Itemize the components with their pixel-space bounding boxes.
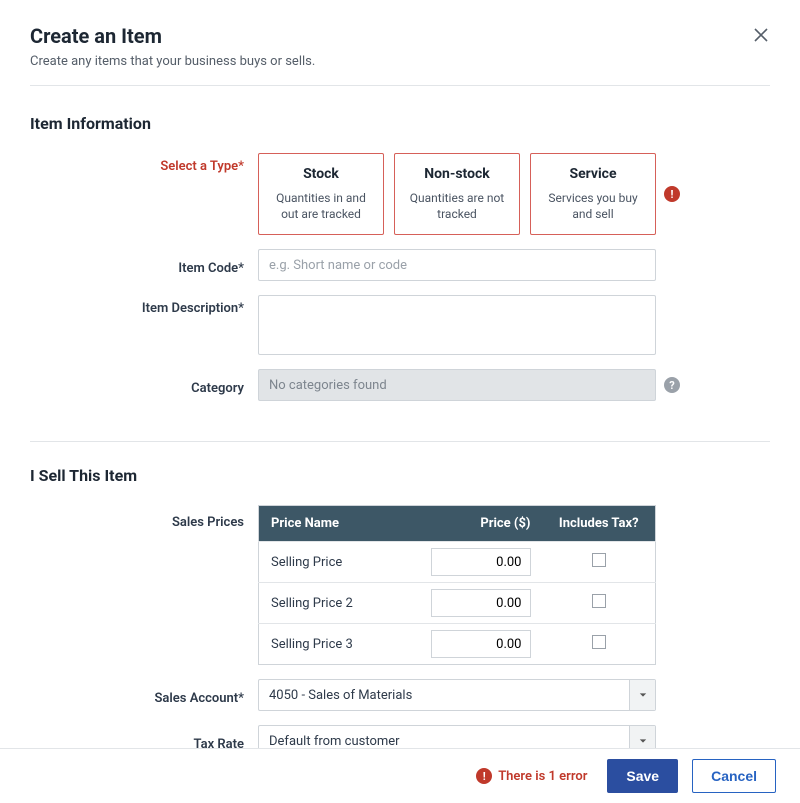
col-includes-tax: Includes Tax?: [543, 506, 656, 542]
help-icon[interactable]: ?: [664, 377, 680, 393]
type-card-desc: Services you buy and sell: [541, 190, 645, 222]
footer-error-text: There is 1 error: [498, 769, 587, 784]
sales-account-select[interactable]: 4050 - Sales of Materials: [258, 679, 656, 711]
error-icon: !: [664, 186, 680, 202]
modal-subtitle: Create any items that your business buys…: [30, 54, 770, 69]
label-select-type: Select a Type*: [30, 153, 258, 174]
label-sales-prices: Sales Prices: [30, 505, 258, 530]
label-category: Category: [30, 375, 258, 396]
type-card-desc: Quantities in and out are tracked: [269, 190, 373, 222]
type-card-title: Non-stock: [405, 166, 509, 182]
save-button[interactable]: Save: [607, 759, 678, 793]
type-field: Stock Quantities in and out are tracked …: [258, 153, 770, 235]
type-card-title: Service: [541, 166, 645, 182]
sales-price-table: Price Name Price ($) Includes Tax? Selli…: [258, 505, 656, 665]
create-item-modal: Create an Item Create any items that you…: [0, 0, 800, 803]
modal-header: Create an Item Create any items that you…: [30, 24, 770, 86]
label-sales-account: Sales Account*: [30, 685, 258, 706]
section-heading-sell: I Sell This Item: [30, 466, 770, 485]
row-sales-prices: Sales Prices Price Name Price ($) Includ…: [30, 505, 770, 665]
col-price: Price ($): [419, 506, 543, 542]
modal-footer: ! There is 1 error Save Cancel: [0, 748, 800, 803]
error-icon: !: [476, 768, 492, 784]
label-item-description: Item Description*: [30, 295, 258, 316]
type-card-service[interactable]: Service Services you buy and sell: [530, 153, 656, 235]
row-select-type: Select a Type* Stock Quantities in and o…: [30, 153, 770, 235]
sales-account-value: 4050 - Sales of Materials: [259, 680, 629, 710]
price-name-cell: Selling Price: [259, 542, 419, 583]
type-card-desc: Quantities are not tracked: [405, 190, 509, 222]
category-field: No categories found: [258, 369, 656, 401]
includes-tax-checkbox[interactable]: [592, 594, 606, 608]
table-row: Selling Price 2: [259, 583, 656, 624]
table-row: Selling Price 3: [259, 624, 656, 665]
divider: [30, 441, 770, 442]
item-code-input[interactable]: [258, 249, 656, 281]
chevron-down-icon: [629, 726, 655, 748]
includes-tax-checkbox[interactable]: [592, 635, 606, 649]
row-item-description: Item Description*: [30, 295, 770, 355]
close-icon[interactable]: [752, 26, 770, 44]
price-input[interactable]: [431, 589, 531, 617]
chevron-down-icon: [629, 680, 655, 710]
price-input[interactable]: [431, 630, 531, 658]
category-value: No categories found: [269, 378, 387, 393]
type-card-stock[interactable]: Stock Quantities in and out are tracked: [258, 153, 384, 235]
row-tax-rate: Tax Rate Default from customer: [30, 725, 770, 748]
price-name-cell: Selling Price 2: [259, 583, 419, 624]
table-row: Selling Price: [259, 542, 656, 583]
row-sales-account: Sales Account* 4050 - Sales of Materials: [30, 679, 770, 711]
row-category: Category No categories found ?: [30, 369, 770, 401]
modal-scroll-area[interactable]: Create an Item Create any items that you…: [0, 0, 800, 748]
section-heading-item-info: Item Information: [30, 114, 770, 133]
tax-rate-select[interactable]: Default from customer: [258, 725, 656, 748]
footer-error: ! There is 1 error: [476, 768, 587, 784]
item-description-input[interactable]: [258, 295, 656, 355]
label-item-code: Item Code*: [30, 255, 258, 276]
type-card-title: Stock: [269, 166, 373, 182]
cancel-button[interactable]: Cancel: [692, 759, 776, 793]
price-name-cell: Selling Price 3: [259, 624, 419, 665]
type-card-group: Stock Quantities in and out are tracked …: [258, 153, 656, 235]
tax-rate-value: Default from customer: [259, 726, 629, 748]
row-item-code: Item Code*: [30, 249, 770, 281]
type-card-nonstock[interactable]: Non-stock Quantities are not tracked: [394, 153, 520, 235]
modal-title: Create an Item: [30, 24, 770, 48]
includes-tax-checkbox[interactable]: [592, 553, 606, 567]
price-input[interactable]: [431, 548, 531, 576]
col-price-name: Price Name: [259, 506, 419, 542]
label-tax-rate: Tax Rate: [30, 731, 258, 748]
